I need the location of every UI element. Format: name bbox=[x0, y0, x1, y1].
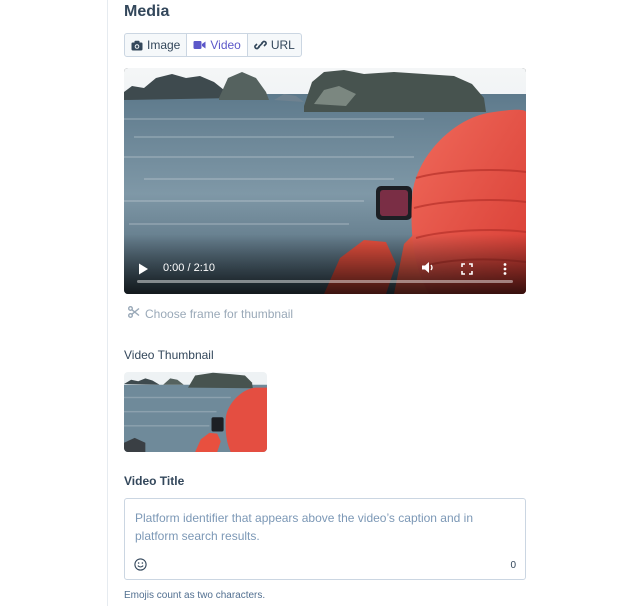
play-icon[interactable] bbox=[138, 262, 149, 280]
tab-video[interactable]: Video bbox=[187, 34, 248, 56]
video-thumbnail bbox=[124, 372, 267, 452]
emoji-help-text: Emojis count as two characters. bbox=[124, 590, 266, 601]
scissors-icon bbox=[128, 306, 140, 321]
tab-url[interactable]: URL bbox=[248, 34, 301, 56]
tab-image[interactable]: Image bbox=[125, 34, 188, 56]
link-icon bbox=[254, 39, 267, 51]
video-camera-icon bbox=[193, 40, 206, 50]
video-thumbnail-label: Video Thumbnail bbox=[124, 348, 214, 362]
fullscreen-icon[interactable] bbox=[461, 262, 473, 280]
video-title-label: Video Title bbox=[124, 474, 185, 488]
video-title-input[interactable]: Platform identifier that appears above t… bbox=[124, 498, 526, 580]
character-count: 0 bbox=[510, 560, 516, 571]
video-title-placeholder: Platform identifier that appears above t… bbox=[135, 511, 473, 543]
choose-frame-link[interactable]: Choose frame for thumbnail bbox=[128, 306, 293, 321]
camera-icon bbox=[131, 40, 143, 51]
choose-frame-label: Choose frame for thumbnail bbox=[145, 306, 294, 321]
media-type-tabs: Image Video URL bbox=[124, 33, 302, 57]
video-progress-bar[interactable] bbox=[137, 280, 513, 283]
video-time: 0:00 / 2:10 bbox=[163, 262, 215, 274]
tab-image-label: Image bbox=[147, 38, 181, 52]
video-controls: 0:00 / 2:10 bbox=[124, 234, 526, 294]
more-options-icon[interactable] bbox=[503, 262, 507, 280]
tab-video-label: Video bbox=[210, 38, 241, 52]
left-divider bbox=[107, 0, 108, 606]
tab-url-label: URL bbox=[270, 38, 295, 52]
smiley-icon[interactable] bbox=[134, 558, 147, 576]
volume-icon[interactable] bbox=[421, 261, 435, 279]
section-title: Media bbox=[124, 3, 170, 20]
video-player[interactable]: 0:00 / 2:10 bbox=[124, 68, 526, 294]
